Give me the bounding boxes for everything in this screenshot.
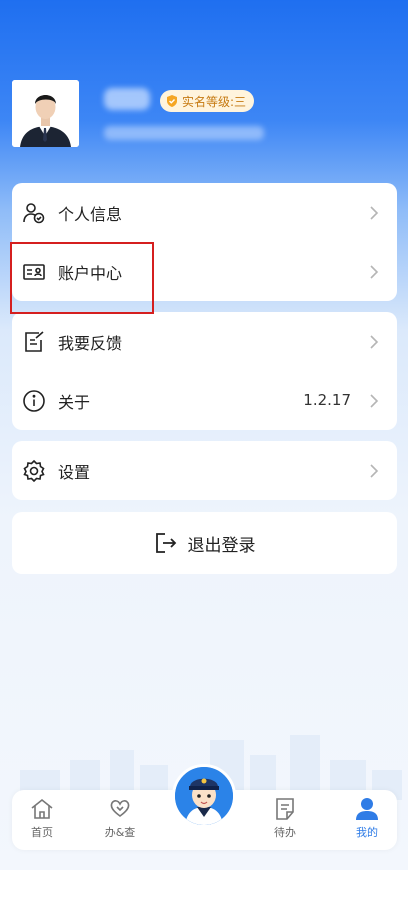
chevron-right-icon	[370, 335, 379, 349]
chevron-right-icon	[370, 206, 379, 220]
tab-home[interactable]: 首页	[12, 796, 72, 846]
bottom-safe-area	[0, 870, 408, 912]
task-list-icon	[276, 798, 294, 820]
menu-item-feedback[interactable]: 我要反馈	[12, 312, 397, 371]
menu-item-settings[interactable]: 设置	[12, 441, 397, 500]
user-name-masked	[104, 88, 150, 110]
menu-item-label: 设置	[58, 462, 91, 482]
user-avatar[interactable]	[12, 80, 79, 147]
heart-hand-icon	[110, 800, 130, 817]
police-mascot-icon	[175, 767, 233, 825]
tab-label: 办&查	[104, 826, 136, 839]
chevron-right-icon	[370, 464, 379, 478]
tab-label: 我的	[356, 826, 378, 839]
logout-icon	[155, 533, 176, 553]
chevron-right-icon	[370, 394, 379, 408]
tab-label: 首页	[31, 826, 53, 839]
menu-item-personal-info[interactable]: 个人信息	[12, 183, 397, 242]
menu-card-settings: 设置	[12, 441, 397, 500]
menu-item-label: 关于	[58, 392, 91, 412]
verification-level-badge: 实名等级:三	[160, 90, 255, 112]
police-mascot-button[interactable]	[172, 764, 236, 828]
menu-item-label: 个人信息	[58, 204, 123, 224]
shield-check-icon	[167, 95, 177, 107]
verification-level-text: 实名等级:三	[182, 94, 247, 109]
logout-label: 退出登录	[187, 535, 256, 556]
user-icon	[356, 798, 378, 820]
gear-icon	[22, 459, 46, 483]
user-id-masked	[104, 126, 264, 140]
app-version-text: 1.2.17	[303, 391, 351, 409]
menu-card-info: 我要反馈 关于 1.2.17	[12, 312, 397, 430]
home-icon	[31, 798, 53, 819]
user-check-icon	[22, 201, 46, 225]
tab-todo[interactable]: 待办	[255, 796, 315, 846]
highlight-box	[10, 242, 154, 314]
menu-item-about[interactable]: 关于 1.2.17	[12, 371, 397, 430]
edit-note-icon	[22, 330, 46, 354]
tab-mine[interactable]: 我的	[337, 796, 397, 846]
tab-service[interactable]: 办&查	[90, 796, 150, 846]
menu-item-label: 我要反馈	[58, 333, 123, 353]
user-profile-header: 实名等级:三	[12, 80, 402, 150]
tab-label: 待办	[274, 826, 296, 839]
info-icon	[22, 389, 46, 413]
logout-button[interactable]: 退出登录	[12, 512, 397, 574]
chevron-right-icon	[370, 265, 379, 279]
